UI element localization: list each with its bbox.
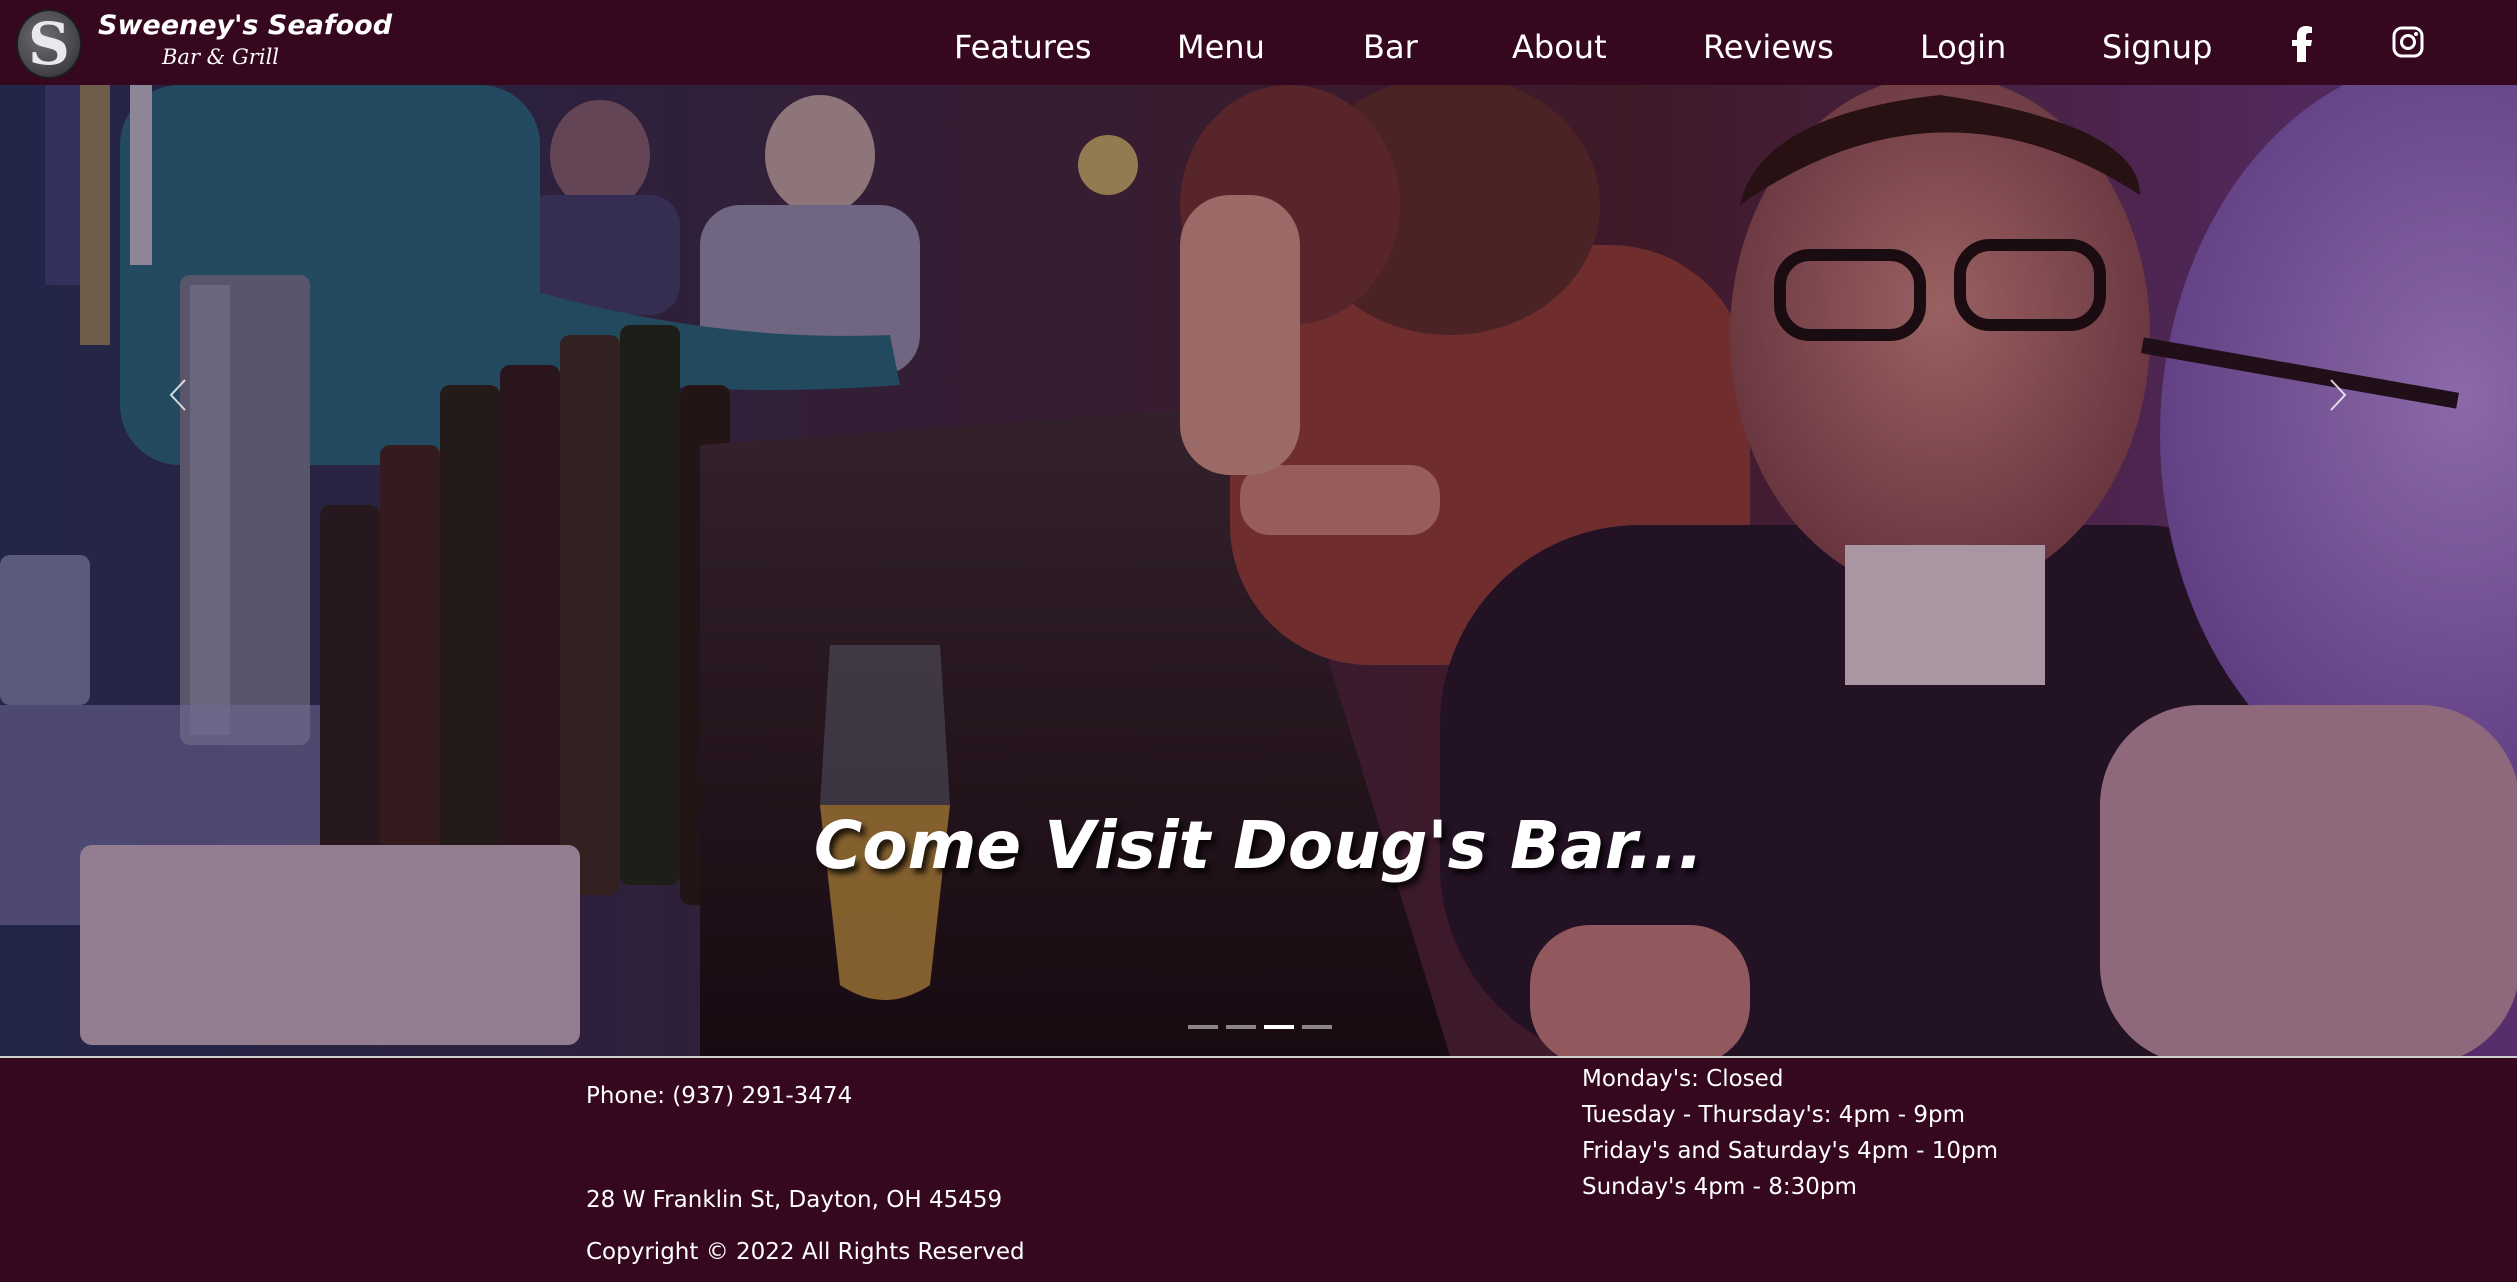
hero-caption: Come Visit Doug's Bar... xyxy=(813,807,1704,884)
nav-link-menu[interactable]: Menu xyxy=(1177,28,1265,66)
hours-monday: Monday's: Closed xyxy=(1582,1066,1784,1092)
nav-link-reviews[interactable]: Reviews xyxy=(1703,28,1834,66)
hours-tue-thu: Tuesday - Thursday's: 4pm - 9pm xyxy=(1582,1102,1966,1128)
hero-overlay xyxy=(0,85,2517,1056)
hours-sunday: Sunday's 4pm - 8:30pm xyxy=(1582,1174,1857,1200)
facebook-icon[interactable] xyxy=(2292,26,2314,66)
nav-link-features[interactable]: Features xyxy=(954,28,1092,66)
nav-link-login[interactable]: Login xyxy=(1920,28,2006,66)
nav-link-about[interactable]: About xyxy=(1512,28,1607,66)
chevron-left-icon xyxy=(169,379,186,411)
carousel-indicators xyxy=(1188,1025,1332,1029)
footer-copyright: Copyright © 2022 All Rights Reserved xyxy=(586,1239,1025,1265)
navbar: S Sweeney's Seafood Bar & Grill Features… xyxy=(0,0,2517,85)
carousel-next-button[interactable] xyxy=(2318,370,2358,420)
carousel-indicator-4[interactable] xyxy=(1302,1025,1332,1029)
footer: Phone: (937) 291-3474 28 W Franklin St, … xyxy=(0,1058,2517,1282)
hero-carousel[interactable]: Come Visit Doug's Bar... xyxy=(0,85,2517,1056)
instagram-icon[interactable] xyxy=(2392,26,2424,62)
footer-phone: Phone: (937) 291-3474 xyxy=(586,1083,853,1109)
carousel-indicator-1[interactable] xyxy=(1188,1025,1218,1029)
carousel-indicator-2[interactable] xyxy=(1226,1025,1256,1029)
nav-link-bar[interactable]: Bar xyxy=(1363,28,1418,66)
footer-address: 28 W Franklin St, Dayton, OH 45459 xyxy=(586,1187,1003,1213)
chevron-right-icon xyxy=(2330,379,2347,411)
nav-link-signup[interactable]: Signup xyxy=(2102,28,2212,66)
carousel-prev-button[interactable] xyxy=(158,370,198,420)
nav-links: Features Menu Bar About Reviews Login Si… xyxy=(0,0,2517,85)
hours-fri-sat: Friday's and Saturday's 4pm - 10pm xyxy=(1582,1138,1998,1164)
carousel-indicator-3[interactable] xyxy=(1264,1025,1294,1029)
